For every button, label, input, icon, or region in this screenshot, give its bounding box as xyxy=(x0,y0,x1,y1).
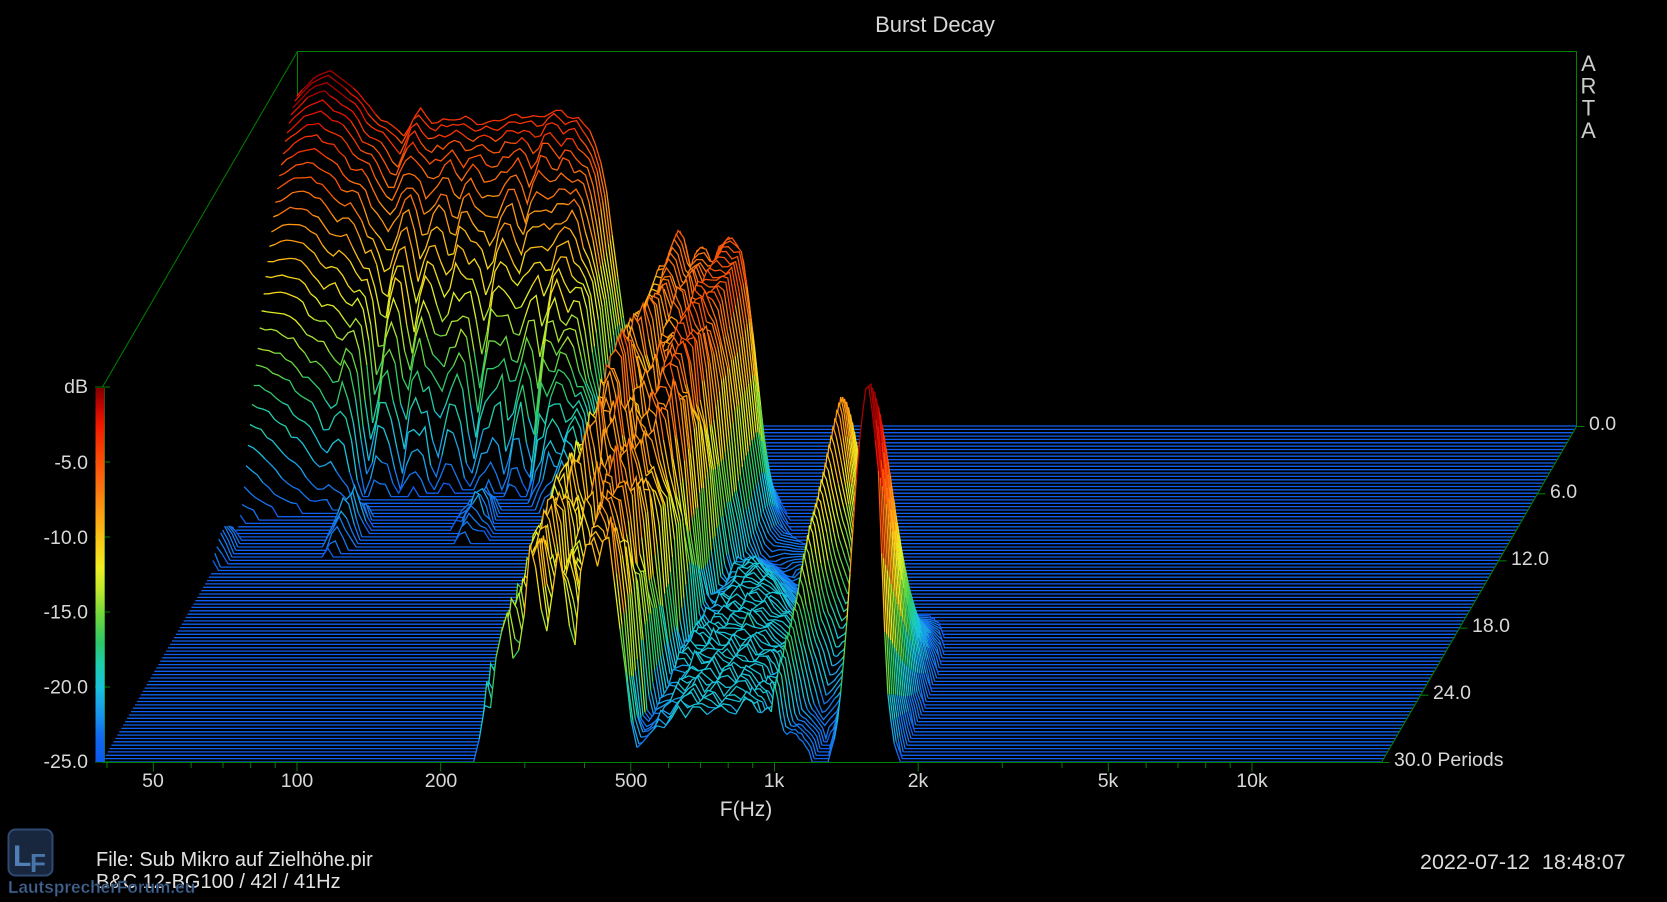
svg-text:-25.0: -25.0 xyxy=(44,751,89,773)
svg-text:-10.0: -10.0 xyxy=(44,527,89,549)
svg-text:24.0: 24.0 xyxy=(1433,682,1471,704)
svg-text:1k: 1k xyxy=(764,770,785,792)
svg-text:LautsprecherForum.eu: LautsprecherForum.eu xyxy=(8,877,195,897)
svg-text:-20.0: -20.0 xyxy=(44,676,89,698)
svg-text:A: A xyxy=(1581,118,1596,143)
svg-text:0.0: 0.0 xyxy=(1589,413,1616,435)
svg-text:30.0 Periods: 30.0 Periods xyxy=(1394,749,1504,771)
svg-text:10k: 10k xyxy=(1236,770,1268,792)
svg-text:-15.0: -15.0 xyxy=(44,602,89,624)
svg-text:Burst Decay: Burst Decay xyxy=(875,12,995,37)
svg-text:6.0: 6.0 xyxy=(1550,481,1577,503)
svg-text:A: A xyxy=(1581,51,1596,76)
svg-text:2k: 2k xyxy=(908,770,929,792)
svg-text:200: 200 xyxy=(425,770,458,792)
svg-text:L: L xyxy=(13,840,31,873)
svg-text:F: F xyxy=(30,848,46,878)
svg-text:100: 100 xyxy=(281,770,314,792)
svg-text:50: 50 xyxy=(142,770,164,792)
svg-text:-5.0: -5.0 xyxy=(54,452,88,474)
svg-text:2022-07-12 18:48:07: 2022-07-12 18:48:07 xyxy=(1420,850,1626,874)
svg-text:T: T xyxy=(1582,96,1595,121)
svg-text:dB: dB xyxy=(64,376,88,398)
svg-text:5k: 5k xyxy=(1098,770,1119,792)
svg-text:18.0: 18.0 xyxy=(1472,615,1510,637)
svg-text:F(Hz): F(Hz) xyxy=(720,798,772,821)
svg-text:File: Sub Mikro auf Zielhöhe.p: File: Sub Mikro auf Zielhöhe.pir xyxy=(96,849,373,871)
svg-text:500: 500 xyxy=(615,770,648,792)
svg-text:12.0: 12.0 xyxy=(1511,548,1549,570)
svg-text:R: R xyxy=(1581,73,1597,98)
